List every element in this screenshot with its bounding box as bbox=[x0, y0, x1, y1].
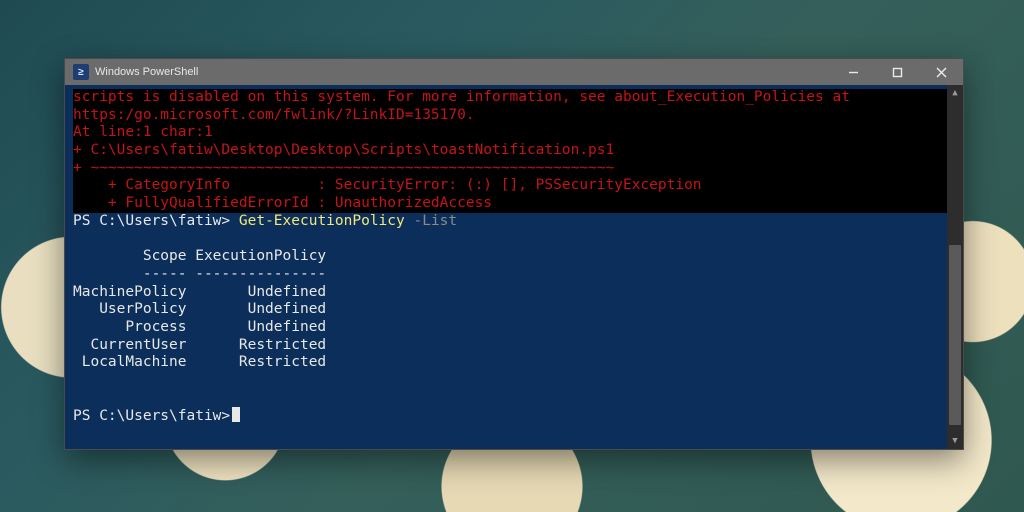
error-line: + ~~~~~~~~~~~~~~~~~~~~~~~~~~~~~~~~~~~~~~… bbox=[73, 160, 955, 178]
table-divider: ----- --------------- bbox=[73, 266, 955, 284]
prompt-line-2: PS C:\Users\fatiw> bbox=[73, 407, 955, 426]
table-row: MachinePolicy Undefined bbox=[73, 284, 955, 302]
blank-line bbox=[73, 231, 955, 249]
powershell-window: ≥ Windows PowerShell scripts is disabled… bbox=[64, 58, 964, 450]
window-titlebar[interactable]: ≥ Windows PowerShell bbox=[65, 59, 963, 85]
table-row: LocalMachine Restricted bbox=[73, 354, 955, 372]
powershell-icon: ≥ bbox=[73, 64, 89, 80]
table-row: Process Undefined bbox=[73, 319, 955, 337]
maximize-icon bbox=[892, 67, 903, 78]
prompt-line-1: PS C:\Users\fatiw> Get-ExecutionPolicy -… bbox=[73, 213, 955, 231]
scroll-up-arrow-icon[interactable]: ▲ bbox=[947, 85, 963, 101]
blank-line bbox=[73, 372, 955, 390]
table-row: UserPolicy Undefined bbox=[73, 301, 955, 319]
error-line: + CategoryInfo : SecurityError: (:) [], … bbox=[73, 177, 955, 195]
prompt-text: PS C:\Users\fatiw> bbox=[73, 408, 230, 424]
desktop-wallpaper: ≥ Windows PowerShell scripts is disabled… bbox=[0, 0, 1024, 512]
error-line: https:/go.microsoft.com/fwlink/?LinkID=1… bbox=[73, 107, 955, 125]
maximize-button[interactable] bbox=[875, 59, 919, 85]
scroll-down-arrow-icon[interactable]: ▼ bbox=[947, 433, 963, 449]
command-arg: -List bbox=[405, 213, 457, 229]
vertical-scrollbar[interactable]: ▲ ▼ bbox=[947, 85, 963, 449]
error-line: + FullyQualifiedErrorId : UnauthorizedAc… bbox=[73, 195, 955, 213]
error-block: scripts is disabled on this system. For … bbox=[73, 89, 955, 213]
close-icon bbox=[936, 67, 947, 78]
table-header: Scope ExecutionPolicy bbox=[73, 248, 955, 266]
window-title: Windows PowerShell bbox=[95, 66, 198, 78]
close-button[interactable] bbox=[919, 59, 963, 85]
error-line: + C:\Users\fatiw\Desktop\Desktop\Scripts… bbox=[73, 142, 955, 160]
command: Get-ExecutionPolicy bbox=[239, 213, 405, 229]
minimize-icon bbox=[848, 67, 859, 78]
error-line: scripts is disabled on this system. For … bbox=[73, 89, 955, 107]
error-line: At line:1 char:1 bbox=[73, 124, 955, 142]
text-cursor bbox=[232, 407, 240, 422]
minimize-button[interactable] bbox=[831, 59, 875, 85]
prompt-prefix: PS C:\Users\fatiw> bbox=[73, 213, 239, 229]
scrollbar-thumb[interactable] bbox=[949, 245, 961, 425]
table-row: CurrentUser Restricted bbox=[73, 337, 955, 355]
blank-line bbox=[73, 390, 955, 408]
terminal-body[interactable]: scripts is disabled on this system. For … bbox=[65, 85, 963, 449]
